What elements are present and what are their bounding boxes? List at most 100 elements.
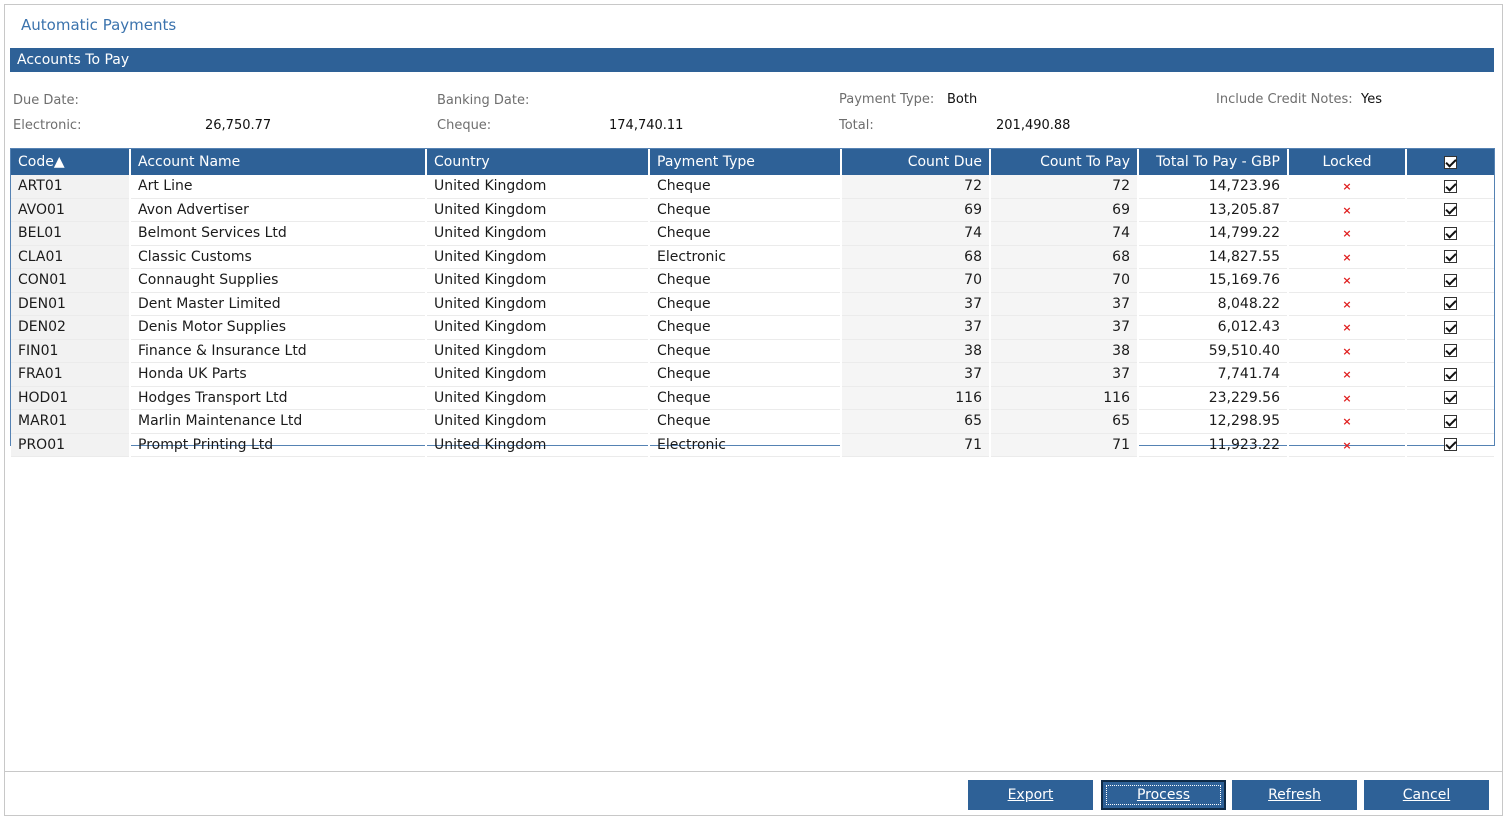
cross-icon: × xyxy=(1342,368,1352,382)
checkbox-checked-icon[interactable] xyxy=(1444,297,1457,311)
cell-count-due: 69 xyxy=(841,198,991,222)
cell-count-due: 37 xyxy=(841,362,991,387)
table-row[interactable]: CLA01 Classic Customs United Kingdom Ele… xyxy=(11,245,1494,269)
cell-country: United Kingdom xyxy=(426,245,650,269)
checkbox-checked-icon[interactable] xyxy=(1444,250,1457,264)
include-credit-notes-value: Yes xyxy=(1361,92,1382,107)
cell-payment-type: Cheque xyxy=(649,292,842,316)
checkbox-checked-icon[interactable] xyxy=(1444,273,1457,287)
cell-select[interactable] xyxy=(1406,175,1494,199)
cell-select[interactable] xyxy=(1406,221,1494,246)
cell-count-to-pay: 74 xyxy=(990,221,1139,246)
checkbox-checked-icon[interactable] xyxy=(1444,203,1457,217)
table-row[interactable]: FIN01 Finance & Insurance Ltd United Kin… xyxy=(11,339,1494,363)
cell-count-due: 37 xyxy=(841,292,991,316)
refresh-button[interactable]: Refresh xyxy=(1232,780,1357,810)
cell-total-to-pay: 12,298.95 xyxy=(1138,409,1289,434)
column-header-code[interactable]: Code▲ xyxy=(11,149,131,175)
column-header-payment-type[interactable]: Payment Type xyxy=(649,149,842,175)
cell-select[interactable] xyxy=(1406,292,1494,316)
checkbox-checked-icon[interactable] xyxy=(1444,320,1457,334)
cell-select[interactable] xyxy=(1406,339,1494,363)
cell-country: United Kingdom xyxy=(426,339,650,363)
checkbox-checked-icon[interactable] xyxy=(1444,391,1457,405)
due-date-label: Due Date: xyxy=(13,93,79,108)
cell-locked: × xyxy=(1288,292,1407,316)
export-button[interactable]: Export xyxy=(968,780,1093,810)
cell-count-to-pay: 116 xyxy=(990,386,1139,410)
checkbox-checked-icon[interactable] xyxy=(1444,438,1457,452)
cell-select[interactable] xyxy=(1406,315,1494,340)
sort-ascending-icon: ▲ xyxy=(53,154,65,170)
cancel-button[interactable]: Cancel xyxy=(1364,780,1489,810)
cell-country: United Kingdom xyxy=(426,433,650,457)
cell-total-to-pay: 13,205.87 xyxy=(1138,198,1289,222)
process-button[interactable]: Process xyxy=(1101,780,1226,810)
select-all-checkbox-icon[interactable] xyxy=(1444,155,1457,169)
cell-select[interactable] xyxy=(1406,362,1494,387)
column-header-locked[interactable]: Locked xyxy=(1288,149,1407,175)
cell-locked: × xyxy=(1288,339,1407,363)
column-header-count-due[interactable]: Count Due xyxy=(841,149,991,175)
cell-locked: × xyxy=(1288,175,1407,199)
table-body: ART01 Art Line United Kingdom Cheque 72 … xyxy=(11,175,1494,457)
cell-code: CLA01 xyxy=(11,245,131,269)
checkbox-checked-icon[interactable] xyxy=(1444,414,1457,428)
cell-count-due: 37 xyxy=(841,315,991,340)
cross-icon: × xyxy=(1342,391,1352,405)
column-header-count-to-pay[interactable]: Count To Pay xyxy=(990,149,1139,175)
cell-locked: × xyxy=(1288,433,1407,457)
table-row[interactable]: AVO01 Avon Advertiser United Kingdom Che… xyxy=(11,198,1494,222)
cell-account-name: Honda UK Parts xyxy=(130,362,427,387)
cell-select[interactable] xyxy=(1406,245,1494,269)
cross-icon: × xyxy=(1342,438,1352,452)
cross-icon: × xyxy=(1342,321,1352,335)
cell-total-to-pay: 11,923.22 xyxy=(1138,433,1289,457)
cell-select[interactable] xyxy=(1406,268,1494,293)
cell-count-due: 116 xyxy=(841,386,991,410)
cell-code: DEN01 xyxy=(11,292,131,316)
cell-total-to-pay: 59,510.40 xyxy=(1138,339,1289,363)
table-header-row: Code▲ Account Name Country Payment Type … xyxy=(11,149,1494,175)
table-row[interactable]: BEL01 Belmont Services Ltd United Kingdo… xyxy=(11,221,1494,246)
cell-code: DEN02 xyxy=(11,315,131,340)
cell-account-name: Marlin Maintenance Ltd xyxy=(130,409,427,434)
cell-locked: × xyxy=(1288,386,1407,410)
cell-count-due: 71 xyxy=(841,433,991,457)
table-row[interactable]: FRA01 Honda UK Parts United Kingdom Cheq… xyxy=(11,362,1494,387)
column-header-country[interactable]: Country xyxy=(426,149,650,175)
cell-total-to-pay: 8,048.22 xyxy=(1138,292,1289,316)
cell-code: BEL01 xyxy=(11,221,131,246)
cell-account-name: Denis Motor Supplies xyxy=(130,315,427,340)
accounts-table: Code▲ Account Name Country Payment Type … xyxy=(11,149,1494,457)
cell-payment-type: Cheque xyxy=(649,409,842,434)
cell-select[interactable] xyxy=(1406,433,1494,457)
checkbox-checked-icon[interactable] xyxy=(1444,226,1457,240)
table-row[interactable]: MAR01 Marlin Maintenance Ltd United King… xyxy=(11,409,1494,434)
cell-account-name: Avon Advertiser xyxy=(130,198,427,222)
column-header-total-to-pay[interactable]: Total To Pay - GBP xyxy=(1138,149,1289,175)
checkbox-checked-icon[interactable] xyxy=(1444,367,1457,381)
cell-count-due: 70 xyxy=(841,268,991,293)
cell-select[interactable] xyxy=(1406,409,1494,434)
table-row[interactable]: DEN02 Denis Motor Supplies United Kingdo… xyxy=(11,315,1494,340)
checkbox-checked-icon[interactable] xyxy=(1444,179,1457,193)
cross-icon: × xyxy=(1342,180,1352,194)
table-row[interactable]: HOD01 Hodges Transport Ltd United Kingdo… xyxy=(11,386,1494,410)
column-header-select-all[interactable] xyxy=(1406,149,1494,175)
cell-select[interactable] xyxy=(1406,198,1494,222)
cell-locked: × xyxy=(1288,221,1407,246)
cell-select[interactable] xyxy=(1406,386,1494,410)
cross-icon: × xyxy=(1342,250,1352,264)
table-row[interactable]: PRO01 Prompt Printing Ltd United Kingdom… xyxy=(11,433,1494,457)
cell-code: AVO01 xyxy=(11,198,131,222)
column-header-account-name[interactable]: Account Name xyxy=(130,149,427,175)
table-row[interactable]: ART01 Art Line United Kingdom Cheque 72 … xyxy=(11,175,1494,199)
process-button-label: Process xyxy=(1105,785,1222,805)
electronic-total-value: 26,750.77 xyxy=(205,118,272,133)
table-row[interactable]: DEN01 Dent Master Limited United Kingdom… xyxy=(11,292,1494,316)
cell-payment-type: Cheque xyxy=(649,198,842,222)
checkbox-checked-icon[interactable] xyxy=(1444,344,1457,358)
table-row[interactable]: CON01 Connaught Supplies United Kingdom … xyxy=(11,268,1494,293)
cell-total-to-pay: 14,723.96 xyxy=(1138,175,1289,199)
